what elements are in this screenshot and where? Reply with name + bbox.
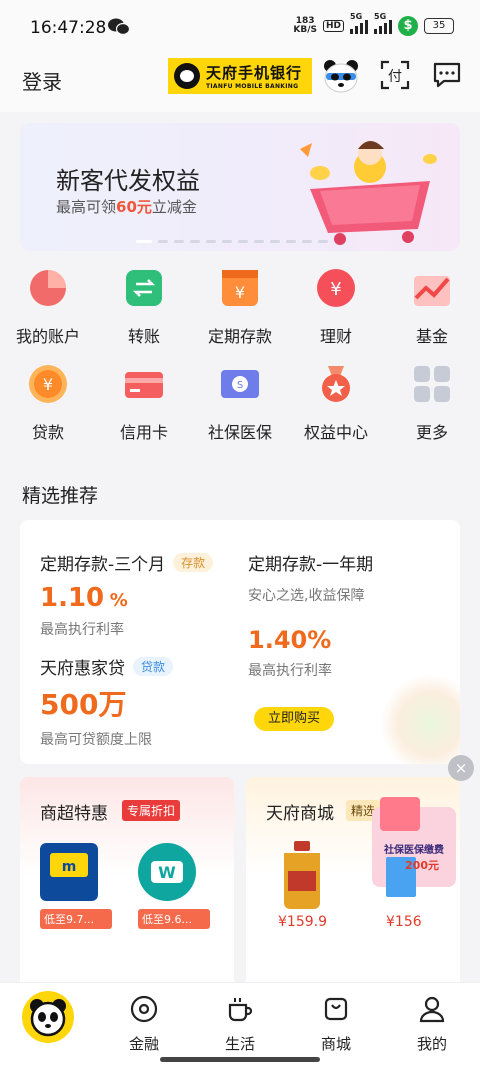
cooking-oil-product-image[interactable] <box>274 839 330 911</box>
tianfu-mall-title: 天府商城 <box>266 804 334 824</box>
tianfu-mall-card[interactable]: 天府商城 精选 社保医保缴费 200元 ¥159.9 ¥156 <box>246 777 460 997</box>
banner-subtitle: 最高可领60元立减金 <box>56 198 197 216</box>
section-title: 精选推荐 <box>22 485 99 507</box>
home-panda-button[interactable] <box>22 991 74 1043</box>
logo-title: 天府手机银行 <box>206 64 303 82</box>
message-icon[interactable] <box>432 60 462 90</box>
supermarket-deals-card[interactable]: 商超特惠 专属折扣 m 低至9.7... W 低至9.6... <box>20 777 234 997</box>
loan-coin-icon: ¥ <box>29 365 67 403</box>
panda-face-icon <box>30 999 66 1037</box>
supermarket-deals-title: 商超特惠 <box>40 804 108 824</box>
product-deposit-3m[interactable]: 定期存款-三个月 存款 1.10 % 最高执行利率 <box>40 550 214 639</box>
tab-me[interactable]: 我的 <box>384 995 480 1054</box>
grid-item-social-security[interactable]: S 社保医保 <box>192 364 288 443</box>
social-security-card-icon: S <box>221 370 259 398</box>
shopping-bag-icon <box>324 997 348 1021</box>
battery-icon: 35 <box>424 18 454 34</box>
grid-item-fixed-deposit[interactable]: ¥ 定期存款 <box>192 268 288 347</box>
scan-pay-icon[interactable]: 付 <box>380 60 410 90</box>
home-indicator[interactable] <box>160 1057 320 1062</box>
svg-text:200元: 200元 <box>405 859 439 872</box>
tab-life[interactable]: 生活 <box>192 995 288 1054</box>
grid-item-rewards-center[interactable]: 权益中心 <box>288 364 384 443</box>
trend-chart-icon <box>414 276 450 306</box>
banner-title: 新客代发权益 <box>56 167 200 195</box>
svg-text:W: W <box>158 863 176 882</box>
store-metro[interactable]: m 低至9.7... <box>40 843 112 929</box>
shopping-cart-illustration <box>300 141 437 245</box>
product-deposit-1y-rate[interactable]: 1.40% 最高执行利率 <box>248 618 332 680</box>
status-bar: 16:47:28 183 KB/S HD 5G 5G $ 35 <box>0 0 480 56</box>
status-time: 16:47:28 <box>30 18 107 38</box>
svg-text:社保医保缴费: 社保医保缴费 <box>383 843 444 856</box>
signal-icon: 5G <box>350 12 368 34</box>
tab-mall[interactable]: 商城 <box>288 995 384 1054</box>
login-button[interactable]: 登录 <box>22 66 62 95</box>
pie-chart-icon <box>30 270 66 306</box>
grid-item-loan[interactable]: ¥ 贷款 <box>0 364 96 443</box>
svg-text:m: m <box>62 859 77 875</box>
svg-text:¥: ¥ <box>330 279 341 300</box>
wechat-icon <box>108 18 130 36</box>
more-grid-icon <box>414 366 450 402</box>
svg-text:付: 付 <box>388 69 402 85</box>
promo-banner[interactable]: 新客代发权益 最高可领60元立减金 <box>20 123 460 251</box>
product-price: ¥159.9 <box>278 914 327 930</box>
top-header: 登录 天府手机银行 TIANFU MOBILE BANKING 付 <box>0 56 480 112</box>
finance-coin-icon <box>130 995 158 1023</box>
panda-logo-icon <box>174 63 200 89</box>
product-deposit-1y[interactable]: 定期存款-一年期 安心之选,收益保障 <box>248 550 373 605</box>
panda-mascot-icon[interactable] <box>322 58 360 94</box>
deposit-tag: 存款 <box>173 553 214 572</box>
buy-now-button[interactable]: 立即购买 <box>254 707 334 731</box>
logo-subtitle: TIANFU MOBILE BANKING <box>206 83 299 90</box>
signal-icon-2: 5G <box>374 12 392 34</box>
product-home-loan[interactable]: 天府惠家贷 贷款 500万 最高可贷额度上限 <box>40 654 174 749</box>
svg-text:¥: ¥ <box>43 375 53 394</box>
yuan-coin-icon: ¥ <box>317 269 355 307</box>
featured-products-card: 定期存款-三个月 存款 1.10 % 最高执行利率 定期存款-一年期 安心之选,收… <box>20 520 460 764</box>
metro-logo-icon: m <box>40 843 98 901</box>
watsons-logo-icon: W <box>138 843 196 901</box>
bank-logo: 天府手机银行 TIANFU MOBILE BANKING <box>168 58 312 94</box>
product-price: ¥156 <box>386 914 422 930</box>
grid-item-credit-card[interactable]: 信用卡 <box>96 364 192 443</box>
svg-text:¥: ¥ <box>235 283 245 302</box>
dollar-icon: $ <box>398 16 418 36</box>
grid-item-my-account[interactable]: 我的账户 <box>0 268 96 347</box>
store-watsons[interactable]: W 低至9.6... <box>138 843 210 929</box>
svg-text:S: S <box>237 380 243 391</box>
medal-icon <box>322 366 350 402</box>
social-insurance-promo-image[interactable]: 社保医保缴费 200元 <box>366 797 460 907</box>
grid-item-transfer[interactable]: 转账 <box>96 268 192 347</box>
carousel-dots[interactable] <box>136 240 328 243</box>
grid-item-more[interactable]: 更多 <box>384 364 480 443</box>
net-speed: 183 KB/S <box>293 16 317 35</box>
user-icon <box>419 996 445 1023</box>
grid-item-wealth[interactable]: ¥ 理财 <box>288 268 384 347</box>
hd-icon: HD <box>322 20 344 32</box>
loan-tag: 贷款 <box>133 657 174 676</box>
credit-card-icon <box>125 372 163 398</box>
exclusive-discount-tag: 专属折扣 <box>122 800 181 821</box>
grid-item-fund[interactable]: 基金 <box>384 268 480 347</box>
deposit-icon: ¥ <box>222 270 258 306</box>
tab-finance[interactable]: 金融 <box>96 995 192 1054</box>
transfer-icon <box>126 270 162 306</box>
close-button[interactable]: × <box>448 755 474 781</box>
coffee-cup-icon <box>228 998 253 1022</box>
